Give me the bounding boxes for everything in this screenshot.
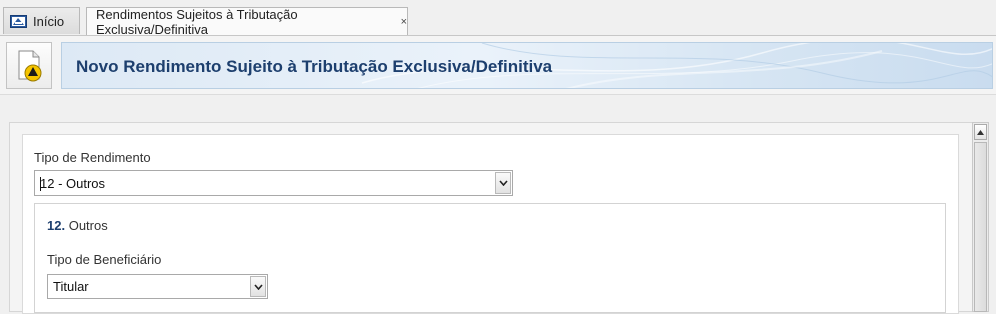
section-title: 12. Outros: [47, 218, 108, 233]
chevron-down-icon[interactable]: [250, 276, 266, 297]
tab-bar: Início Rendimentos Sujeitos à Tributação…: [0, 0, 996, 37]
vertical-scrollbar[interactable]: [972, 122, 989, 312]
close-icon[interactable]: ×: [401, 16, 407, 28]
tipo-beneficiario-select[interactable]: Titular: [47, 274, 268, 299]
text-cursor: [40, 177, 41, 191]
section-name: Outros: [68, 218, 108, 233]
page-header: Novo Rendimento Sujeito à Tributação Exc…: [0, 36, 996, 95]
tipo-beneficiario-value: Titular: [53, 279, 89, 294]
page-title: Novo Rendimento Sujeito à Tributação Exc…: [76, 57, 553, 76]
tipo-rendimento-value: 12 - Outros: [40, 175, 106, 191]
tipo-rendimento-select[interactable]: 12 - Outros: [34, 170, 513, 196]
tab-inicio-label: Início: [33, 13, 65, 29]
home-icon: [10, 14, 27, 28]
section-number: 12.: [47, 218, 66, 233]
header-banner: Novo Rendimento Sujeito à Tributação Exc…: [61, 42, 993, 89]
chevron-down-icon[interactable]: [495, 172, 511, 194]
scroll-up-arrow-icon[interactable]: [974, 124, 987, 140]
tab-rendimentos-exclusivos[interactable]: Rendimentos Sujeitos à Tributação Exclus…: [86, 6, 408, 37]
tab-rendimentos-label: Rendimentos Sujeitos à Tributação Exclus…: [96, 6, 298, 37]
tab-inicio[interactable]: Início: [3, 7, 80, 34]
tipo-rendimento-label: Tipo de Rendimento: [34, 150, 151, 165]
tipo-beneficiario-label: Tipo de Beneficiário: [47, 252, 162, 267]
scrollbar-thumb[interactable]: [974, 142, 987, 312]
document-warning-icon: [6, 42, 52, 89]
